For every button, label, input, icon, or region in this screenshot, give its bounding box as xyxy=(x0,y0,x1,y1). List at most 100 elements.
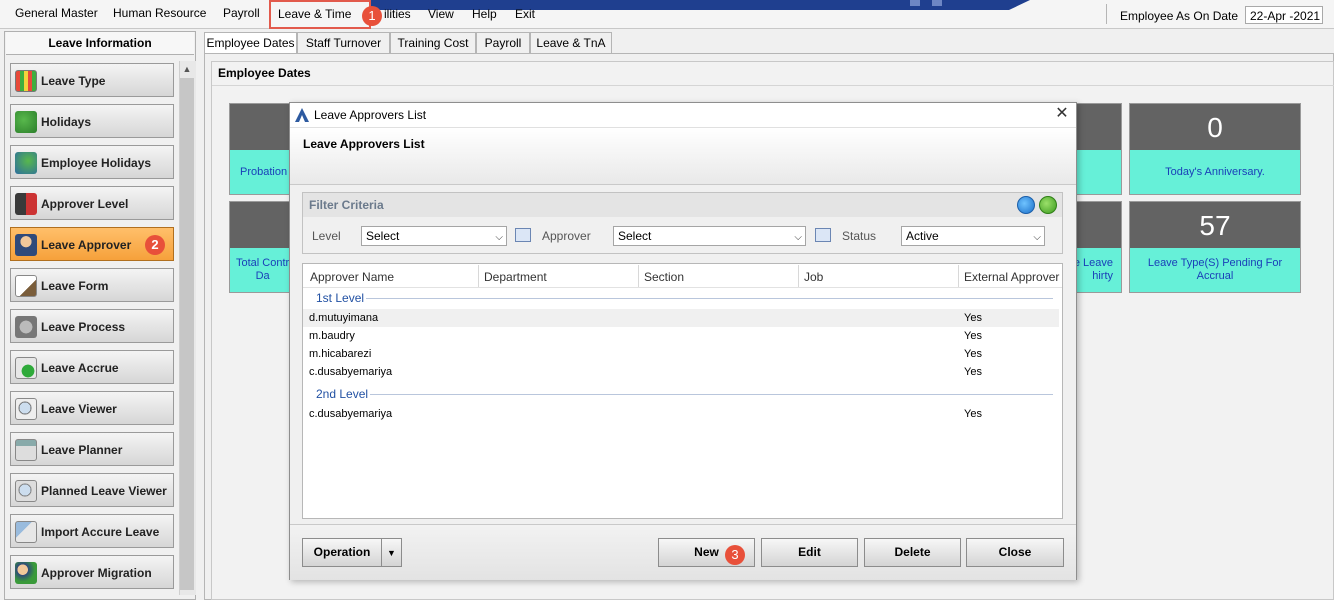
close-button[interactable]: Close xyxy=(966,538,1064,567)
level-select[interactable]: Select ⌵ xyxy=(361,226,507,246)
chevron-down-icon: ⌵ xyxy=(495,232,503,243)
window-restore-icon[interactable] xyxy=(932,0,942,6)
chevron-down-icon: ⌵ xyxy=(1033,232,1041,243)
left-panel-scroll-thumb[interactable] xyxy=(180,78,194,590)
card-caption: Today's Anniversary. xyxy=(1130,150,1300,194)
nav-leave-accrue[interactable]: Leave Accrue xyxy=(10,350,174,384)
nav-label: Approver Migration xyxy=(41,566,152,580)
card-value: 57 xyxy=(1199,210,1231,241)
nav-leave-form[interactable]: Leave Form xyxy=(10,268,174,302)
nav-label: Employee Holidays xyxy=(41,156,152,170)
menu-view[interactable]: View xyxy=(428,7,454,21)
col-section[interactable]: Section xyxy=(644,270,684,284)
planned-leave-viewer-icon xyxy=(15,480,37,502)
scroll-up-icon[interactable]: ▲ xyxy=(180,62,194,76)
group-header-2nd-level[interactable]: 2nd Level xyxy=(316,387,368,401)
nav-leave-planner[interactable]: Leave Planner xyxy=(10,432,174,466)
level-picker-icon[interactable] xyxy=(515,228,531,242)
menu-general-master[interactable]: General Master xyxy=(15,6,98,20)
title-divider xyxy=(212,85,1334,86)
nav-leave-viewer[interactable]: Leave Viewer xyxy=(10,391,174,425)
approver-level-icon xyxy=(15,193,37,215)
approver-select[interactable]: Select ⌵ xyxy=(613,226,806,246)
approvers-grid xyxy=(302,263,1063,519)
menu-human-resource[interactable]: Human Resource xyxy=(113,6,206,20)
grid-header-divider xyxy=(303,287,1062,288)
level-select-value: Select xyxy=(366,229,400,243)
col-job[interactable]: Job xyxy=(804,270,823,284)
col-external-approver[interactable]: External Approver xyxy=(964,270,1059,284)
step-badge-1: 1 xyxy=(362,6,382,26)
leave-process-icon xyxy=(15,316,37,338)
group-header-1st-level[interactable]: 1st Level xyxy=(316,291,364,305)
table-row[interactable]: m.baudry Yes xyxy=(303,327,1059,345)
menu-payroll[interactable]: Payroll xyxy=(223,6,260,20)
level-label: Level xyxy=(312,229,341,243)
nav-leave-process[interactable]: Leave Process xyxy=(10,309,174,343)
card-value: 0 xyxy=(1207,112,1223,143)
window-minimize-icon[interactable] xyxy=(910,0,920,6)
approver-select-value: Select xyxy=(618,229,652,243)
refresh-icon[interactable] xyxy=(1039,196,1057,214)
menu-help[interactable]: Help xyxy=(472,7,497,21)
delete-button[interactable]: Delete xyxy=(864,538,961,567)
step-badge-2: 2 xyxy=(145,235,165,255)
approver-label: Approver xyxy=(542,229,591,243)
tab-leave-tna[interactable]: Leave & TnA xyxy=(530,32,612,53)
edit-button[interactable]: Edit xyxy=(761,538,858,567)
nav-label: Leave Form xyxy=(41,279,109,293)
leave-planner-icon xyxy=(15,439,37,461)
col-approver-name[interactable]: Approver Name xyxy=(310,270,394,284)
tab-employee-dates[interactable]: Employee Dates xyxy=(204,32,297,54)
nav-label: Leave Planner xyxy=(41,443,123,457)
calendar-table-icon xyxy=(15,70,37,92)
menu-utilities[interactable]: ilities xyxy=(384,7,411,21)
menu-leave-time[interactable]: Leave & Time xyxy=(278,7,351,21)
nav-leave-approver[interactable]: Leave Approver 2 xyxy=(10,227,174,261)
nav-employee-holidays[interactable]: Employee Holidays xyxy=(10,145,174,179)
approver-name-cell: m.hicabarezi xyxy=(309,348,372,360)
approver-name-cell: d.mutuyimana xyxy=(309,312,379,324)
nav-import-accure-leave[interactable]: Import Accure Leave xyxy=(10,514,174,548)
nav-label: Leave Approver xyxy=(41,238,132,252)
tab-staff-turnover[interactable]: Staff Turnover xyxy=(297,32,390,53)
column-divider xyxy=(638,265,639,287)
menu-divider xyxy=(1106,4,1107,24)
external-approver-cell: Yes xyxy=(964,408,982,420)
tab-training-cost[interactable]: Training Cost xyxy=(390,32,476,53)
operation-dropdown-button[interactable]: ▼ xyxy=(381,538,402,567)
column-divider xyxy=(958,265,959,287)
col-department[interactable]: Department xyxy=(484,270,547,284)
nav-approver-migration[interactable]: Approver Migration xyxy=(10,555,174,589)
table-row[interactable]: d.mutuyimana Yes xyxy=(303,309,1059,327)
table-row[interactable]: c.dusabyemariya Yes xyxy=(303,363,1059,381)
holiday-tree-icon xyxy=(15,111,37,133)
search-icon[interactable] xyxy=(1017,196,1035,214)
page-title: Employee Dates xyxy=(218,66,311,80)
status-select[interactable]: Active ⌵ xyxy=(901,226,1045,246)
operation-button[interactable]: Operation xyxy=(302,538,382,567)
column-divider xyxy=(478,265,479,287)
card-leave-pending-accrual[interactable]: 57 Leave Type(S) Pending For Accrual xyxy=(1129,201,1301,293)
step-badge-3: 3 xyxy=(725,545,745,565)
leave-viewer-icon xyxy=(15,398,37,420)
table-row[interactable]: c.dusabyemariya Yes xyxy=(303,405,1059,423)
table-row[interactable]: m.hicabarezi Yes xyxy=(303,345,1059,363)
nav-holidays[interactable]: Holidays xyxy=(10,104,174,138)
card-todays-anniversary[interactable]: 0 Today's Anniversary. xyxy=(1129,103,1301,195)
external-approver-cell: Yes xyxy=(964,330,982,342)
nav-approver-level[interactable]: Approver Level xyxy=(10,186,174,220)
import-accrue-icon xyxy=(15,521,37,543)
card-caption: Leave Type(S) Pending For Accrual xyxy=(1130,248,1300,292)
close-icon[interactable]: ✕ xyxy=(1054,106,1070,122)
menu-exit[interactable]: Exit xyxy=(515,7,535,21)
approver-migration-icon xyxy=(15,562,37,584)
nav-label: Import Accure Leave xyxy=(41,525,160,539)
external-approver-cell: Yes xyxy=(964,366,982,378)
leave-accrue-icon xyxy=(15,357,37,379)
tab-payroll[interactable]: Payroll xyxy=(476,32,530,53)
nav-planned-leave-viewer[interactable]: Planned Leave Viewer xyxy=(10,473,174,507)
employee-as-on-date-input[interactable]: 22-Apr -2021 xyxy=(1245,6,1323,24)
approver-picker-icon[interactable] xyxy=(815,228,831,242)
nav-leave-type[interactable]: Leave Type xyxy=(10,63,174,97)
